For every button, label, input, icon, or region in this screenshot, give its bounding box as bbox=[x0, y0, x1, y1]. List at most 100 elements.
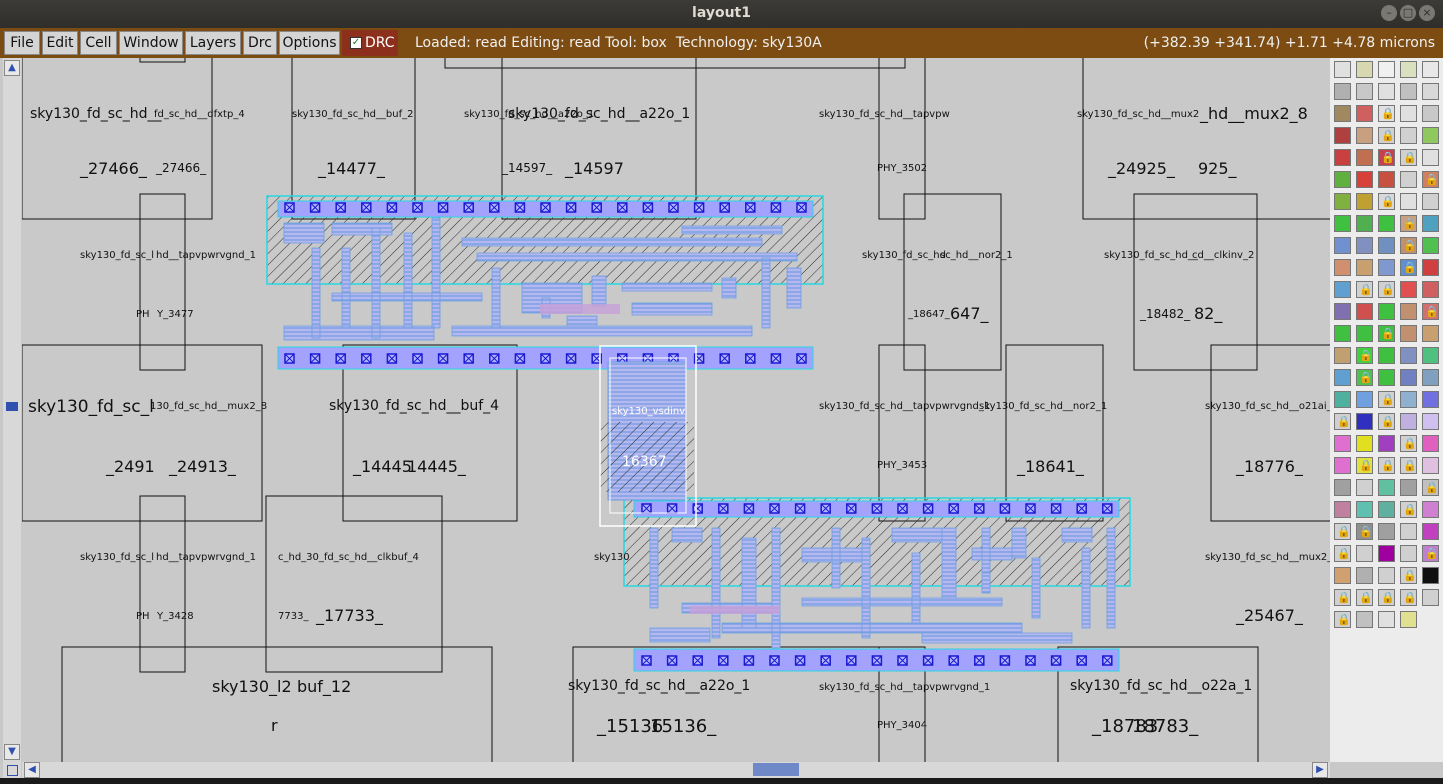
layer-swatch[interactable] bbox=[1422, 413, 1439, 430]
layer-swatch[interactable] bbox=[1400, 391, 1417, 408]
layer-swatch[interactable] bbox=[1356, 237, 1373, 254]
layer-swatch[interactable] bbox=[1378, 61, 1395, 78]
layer-swatch[interactable] bbox=[1400, 281, 1417, 298]
layer-swatch[interactable] bbox=[1378, 435, 1395, 452]
menu-window[interactable]: Window bbox=[119, 31, 183, 55]
layer-swatch[interactable] bbox=[1422, 567, 1439, 584]
layer-swatch[interactable] bbox=[1378, 171, 1395, 188]
layer-swatch-locked[interactable]: 🔒 bbox=[1356, 457, 1373, 474]
layer-swatch-locked[interactable]: 🔒 bbox=[1400, 589, 1417, 606]
menu-file[interactable]: File bbox=[4, 31, 40, 55]
layer-swatch[interactable] bbox=[1356, 83, 1373, 100]
layer-swatch[interactable] bbox=[1378, 369, 1395, 386]
layer-swatch-locked[interactable]: 🔒 bbox=[1422, 479, 1439, 496]
selected-cell[interactable]: sky130_vsdinv 16367 bbox=[599, 345, 697, 527]
layer-swatch[interactable] bbox=[1422, 105, 1439, 122]
layer-swatch[interactable] bbox=[1422, 391, 1439, 408]
layer-swatch[interactable] bbox=[1378, 479, 1395, 496]
cell-box[interactable] bbox=[1133, 193, 1258, 371]
cell-box[interactable] bbox=[1210, 344, 1330, 522]
layer-swatch[interactable] bbox=[1356, 413, 1373, 430]
layer-swatch-locked[interactable]: 🔒 bbox=[1378, 149, 1395, 166]
layer-swatch[interactable] bbox=[1334, 83, 1351, 100]
menu-layers[interactable]: Layers bbox=[185, 31, 241, 55]
layer-swatch-locked[interactable]: 🔒 bbox=[1378, 391, 1395, 408]
layer-swatch[interactable] bbox=[1422, 347, 1439, 364]
layer-swatch[interactable] bbox=[1334, 457, 1351, 474]
layer-swatch[interactable] bbox=[1378, 611, 1395, 628]
layer-swatch-locked[interactable]: 🔒 bbox=[1334, 589, 1351, 606]
layer-swatch-locked[interactable]: 🔒 bbox=[1356, 347, 1373, 364]
cell-box[interactable] bbox=[139, 193, 186, 371]
layer-swatch-locked[interactable]: 🔒 bbox=[1334, 413, 1351, 430]
layer-swatch-locked[interactable]: 🔒 bbox=[1400, 215, 1417, 232]
layer-swatch-locked[interactable]: 🔒 bbox=[1422, 171, 1439, 188]
layer-swatch[interactable] bbox=[1334, 567, 1351, 584]
layer-swatch[interactable] bbox=[1334, 149, 1351, 166]
layer-swatch[interactable] bbox=[1378, 347, 1395, 364]
layer-swatch-locked[interactable]: 🔒 bbox=[1400, 457, 1417, 474]
layer-swatch[interactable] bbox=[1334, 281, 1351, 298]
layer-swatch[interactable] bbox=[1334, 435, 1351, 452]
layout-canvas[interactable]: sky130_vsdinv 16367 sky130_fd_sc_hd__ fd… bbox=[22, 58, 1330, 762]
drc-toggle[interactable]: ✓ DRC bbox=[342, 30, 398, 56]
expanded-cell-bottom[interactable] bbox=[623, 497, 1131, 672]
layer-swatch-locked[interactable]: 🔒 bbox=[1356, 523, 1373, 540]
layer-swatch-locked[interactable]: 🔒 bbox=[1400, 149, 1417, 166]
layer-swatch[interactable] bbox=[1422, 369, 1439, 386]
layer-swatch[interactable] bbox=[1356, 391, 1373, 408]
layer-swatch[interactable] bbox=[1422, 61, 1439, 78]
layer-swatch[interactable] bbox=[1334, 479, 1351, 496]
cell-box[interactable] bbox=[903, 193, 1002, 371]
layer-swatch[interactable] bbox=[1422, 215, 1439, 232]
layer-swatch-locked[interactable]: 🔒 bbox=[1378, 325, 1395, 342]
menu-edit[interactable]: Edit bbox=[42, 31, 78, 55]
layer-swatch[interactable] bbox=[1334, 391, 1351, 408]
layer-swatch-locked[interactable]: 🔒 bbox=[1422, 303, 1439, 320]
layer-swatch[interactable] bbox=[1378, 237, 1395, 254]
layer-swatch[interactable] bbox=[1422, 259, 1439, 276]
layer-swatch[interactable] bbox=[1378, 215, 1395, 232]
layer-swatch[interactable] bbox=[1356, 611, 1373, 628]
layer-swatch-locked[interactable]: 🔒 bbox=[1356, 281, 1373, 298]
layer-swatch[interactable] bbox=[1334, 259, 1351, 276]
layer-swatch-locked[interactable]: 🔒 bbox=[1400, 501, 1417, 518]
layer-swatch[interactable] bbox=[1334, 61, 1351, 78]
layer-swatch-locked[interactable]: 🔒 bbox=[1378, 105, 1395, 122]
layer-swatch[interactable] bbox=[1400, 523, 1417, 540]
layer-swatch[interactable] bbox=[1356, 435, 1373, 452]
layer-swatch-locked[interactable]: 🔒 bbox=[1422, 545, 1439, 562]
up-arrow-icon[interactable]: ▲ bbox=[4, 60, 20, 76]
cell-box[interactable] bbox=[291, 58, 416, 220]
layer-swatch[interactable] bbox=[1334, 303, 1351, 320]
layer-swatch[interactable] bbox=[1378, 545, 1395, 562]
layer-swatch[interactable] bbox=[1334, 193, 1351, 210]
layer-swatch[interactable] bbox=[1378, 567, 1395, 584]
layer-swatch-locked[interactable]: 🔒 bbox=[1356, 589, 1373, 606]
menu-options[interactable]: Options bbox=[279, 31, 340, 55]
layer-swatch[interactable] bbox=[1356, 303, 1373, 320]
cell-box[interactable] bbox=[878, 58, 926, 220]
layout-drawing[interactable]: sky130_vsdinv 16367 sky130_fd_sc_hd__ fd… bbox=[22, 58, 1330, 762]
layer-swatch[interactable] bbox=[1356, 259, 1373, 276]
cell-box[interactable] bbox=[1005, 344, 1104, 522]
vertical-scrollbar[interactable]: ▲ ▼ bbox=[3, 58, 21, 762]
cell-box[interactable] bbox=[61, 646, 493, 762]
right-arrow-icon[interactable]: ▶ bbox=[1312, 762, 1328, 778]
layer-swatch[interactable] bbox=[1422, 193, 1439, 210]
layer-swatch[interactable] bbox=[1400, 479, 1417, 496]
layer-swatch[interactable] bbox=[1422, 325, 1439, 342]
maximize-icon[interactable]: □ bbox=[1400, 5, 1416, 21]
layer-palette[interactable]: 🔒 🔒 🔒 🔒 🔒 🔒 🔒 🔒 🔒 🔒 🔒 🔒 🔒 🔒 🔒 🔒 🔒 🔒 🔒 🔒 🔒 🔒 🔒 🔒 🔒 🔒 🔒 🔒 🔒 🔒 🔒 🔒 🔒 🔒 bbox=[1330, 58, 1443, 762]
layer-swatch[interactable] bbox=[1378, 259, 1395, 276]
layer-swatch[interactable] bbox=[1356, 479, 1373, 496]
layer-swatch[interactable] bbox=[1400, 105, 1417, 122]
cell-box[interactable] bbox=[22, 344, 263, 522]
layer-swatch[interactable] bbox=[1334, 369, 1351, 386]
cell-box[interactable] bbox=[22, 58, 213, 220]
cell-box[interactable] bbox=[444, 58, 906, 69]
layer-swatch-locked[interactable]: 🔒 bbox=[1378, 413, 1395, 430]
layer-swatch[interactable] bbox=[1422, 501, 1439, 518]
layer-swatch[interactable] bbox=[1422, 457, 1439, 474]
layer-swatch[interactable] bbox=[1378, 523, 1395, 540]
